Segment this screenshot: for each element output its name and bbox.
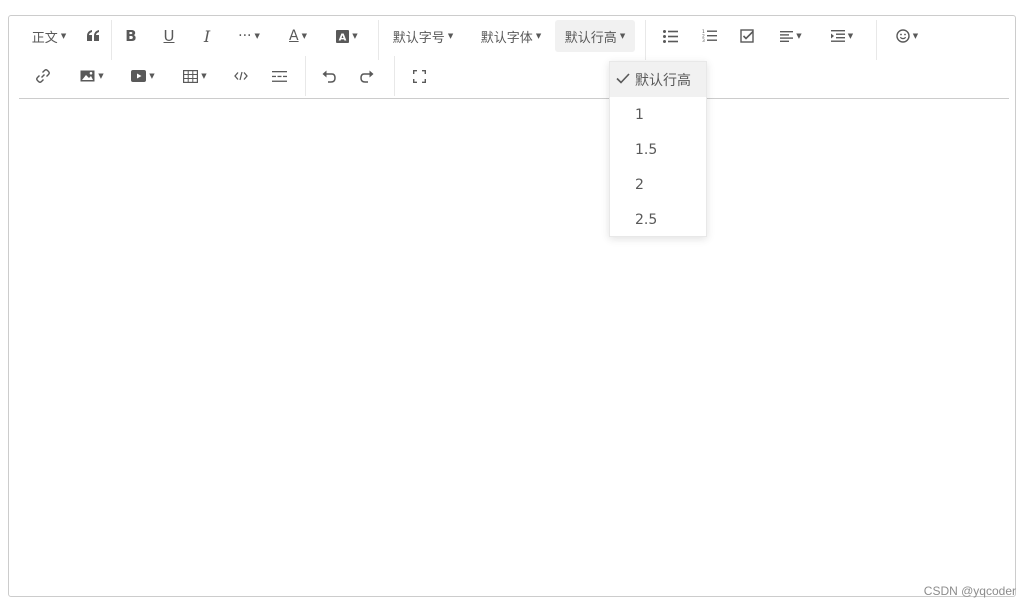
chevron-down-icon: ▼ — [98, 72, 104, 80]
editor-content-area[interactable] — [19, 100, 1009, 588]
line-height-option[interactable]: 1.5 — [610, 132, 706, 167]
emotion-icon — [896, 29, 910, 43]
chevron-down-icon: ▼ — [149, 72, 155, 80]
blockquote-icon — [87, 30, 99, 41]
image-icon — [80, 70, 95, 82]
font-color-icon: A — [289, 28, 299, 44]
line-height-option[interactable]: 2.5 — [610, 202, 706, 237]
indent-button[interactable]: ▼ — [812, 20, 872, 52]
table-icon — [183, 69, 199, 83]
bg-color-icon: A — [336, 29, 350, 43]
numbered-list-button[interactable]: 1 2 3 — [694, 20, 724, 52]
line-height-option[interactable]: 1 — [610, 97, 706, 132]
bold-icon: B — [125, 27, 137, 45]
toolbar-row-1: 正文 ▼ B U I ··· ▼ A ▼ A ▼ 默认字号 ▼ 默认字体 ▼ 默… — [19, 20, 937, 60]
more-icon: ··· — [238, 28, 252, 44]
chevron-down-icon: ▼ — [535, 32, 542, 40]
link-icon — [36, 69, 50, 83]
video-icon — [131, 70, 147, 82]
font-family-label: 默认字体 — [480, 30, 533, 46]
paragraph-select-label: 正文 — [31, 30, 58, 46]
divider-icon — [271, 70, 287, 82]
emotion-button[interactable]: ▼ — [877, 20, 937, 52]
blockquote-button[interactable] — [75, 20, 111, 52]
undo-button[interactable] — [306, 60, 352, 92]
fullscreen-icon — [412, 69, 426, 83]
italic-icon: I — [203, 26, 211, 46]
line-height-option-label: 默认行高 — [635, 72, 691, 89]
toolbar-row-2: ▼ ▼ ▼ — [19, 56, 443, 96]
font-size-select-button[interactable]: 默认字号 ▼ — [379, 20, 467, 52]
line-height-label: 默认行高 — [564, 30, 617, 46]
line-height-option-label: 1 — [635, 106, 644, 123]
svg-text:3: 3 — [702, 38, 705, 43]
fullscreen-button[interactable] — [395, 60, 443, 92]
chevron-down-icon: ▼ — [847, 32, 854, 40]
underline-button[interactable]: U — [150, 20, 188, 52]
font-family-select-button[interactable]: 默认字体 ▼ — [467, 20, 555, 52]
font-color-button[interactable]: A ▼ — [272, 20, 324, 52]
divider-button[interactable] — [261, 60, 297, 92]
line-height-option-label: 1.5 — [635, 141, 658, 158]
watermark: CSDN @yqcoder — [923, 584, 1016, 598]
underline-icon: U — [163, 27, 175, 45]
chevron-down-icon: ▼ — [796, 32, 802, 40]
font-size-label: 默认字号 — [392, 30, 445, 46]
line-height-option[interactable]: 默认行高 — [610, 62, 706, 97]
insert-link-button[interactable] — [19, 60, 67, 92]
bulleted-list-button[interactable] — [646, 20, 694, 52]
line-height-option-label: 2 — [635, 176, 644, 193]
chevron-down-icon: ▼ — [352, 32, 358, 40]
bulleted-list-icon — [662, 29, 678, 43]
insert-table-button[interactable]: ▼ — [169, 60, 221, 92]
chevron-down-icon: ▼ — [912, 32, 919, 40]
bold-button[interactable]: B — [112, 20, 150, 52]
chevron-down-icon: ▼ — [447, 32, 454, 40]
indent-icon — [830, 30, 845, 42]
editor-toolbar: 正文 ▼ B U I ··· ▼ A ▼ A ▼ 默认字号 ▼ 默认字体 ▼ 默… — [19, 20, 1009, 237]
chevron-down-icon: ▼ — [301, 32, 307, 40]
chevron-down-icon: ▼ — [619, 32, 626, 40]
justify-icon — [780, 30, 794, 42]
undo-icon — [322, 70, 336, 83]
insert-image-button[interactable]: ▼ — [67, 60, 117, 92]
line-height-select-button[interactable]: 默认行高 ▼ — [555, 20, 635, 52]
redo-button[interactable] — [352, 60, 382, 92]
paragraph-select-button[interactable]: 正文 ▼ — [19, 20, 75, 52]
chevron-down-icon: ▼ — [60, 32, 67, 40]
rich-text-editor: 正文 ▼ B U I ··· ▼ A ▼ A ▼ 默认字号 ▼ 默认字体 ▼ 默… — [8, 15, 1016, 597]
more-style-button[interactable]: ··· ▼ — [226, 20, 272, 52]
line-height-option-label: 2.5 — [635, 211, 658, 228]
numbered-list-icon: 1 2 3 — [702, 29, 717, 43]
line-height-option[interactable]: 2 — [610, 167, 706, 202]
code-block-icon — [234, 71, 248, 81]
italic-button[interactable]: I — [188, 20, 226, 52]
chevron-down-icon: ▼ — [201, 72, 207, 80]
todo-button[interactable] — [724, 20, 770, 52]
todo-icon — [740, 29, 754, 43]
svg-text:A: A — [339, 32, 347, 43]
justify-button[interactable]: ▼ — [770, 20, 812, 52]
insert-video-button[interactable]: ▼ — [117, 60, 169, 92]
code-block-button[interactable] — [221, 60, 261, 92]
line-height-dropdown: 默认行高 1 1.5 2 2.5 — [609, 61, 707, 237]
redo-icon — [360, 70, 374, 83]
check-icon — [616, 73, 630, 84]
chevron-down-icon: ▼ — [254, 32, 260, 40]
bg-color-button[interactable]: A ▼ — [324, 20, 370, 52]
